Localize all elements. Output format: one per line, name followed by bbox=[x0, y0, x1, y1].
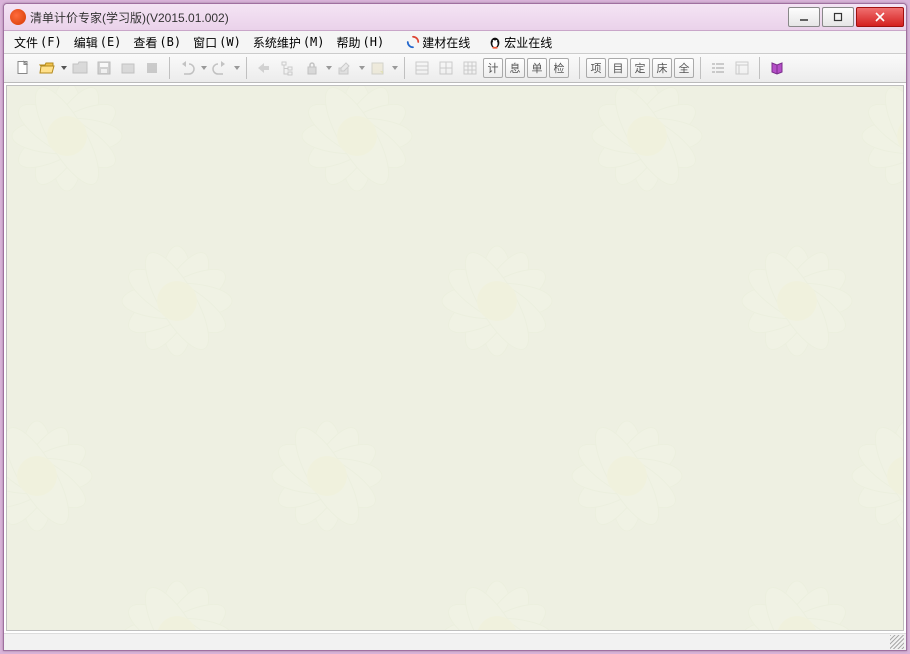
open-button[interactable] bbox=[36, 57, 58, 79]
cjk-ji[interactable]: 计 bbox=[483, 58, 503, 78]
resize-grip[interactable] bbox=[890, 635, 904, 649]
undo-button[interactable] bbox=[176, 57, 198, 79]
folder-button[interactable] bbox=[69, 57, 91, 79]
edit-layer-dropdown[interactable] bbox=[358, 65, 365, 71]
cjk-xiang[interactable]: 项 bbox=[586, 58, 606, 78]
menu-window[interactable]: 窗口(W) bbox=[187, 32, 247, 53]
menu-maintenance[interactable]: 系统维护(M) bbox=[247, 32, 331, 53]
grid1-button[interactable] bbox=[411, 57, 433, 79]
toolbar: 计 息 单 检 项 目 定 床 全 bbox=[4, 54, 906, 83]
penguin-icon bbox=[488, 35, 502, 49]
menu-view[interactable]: 查看(B) bbox=[127, 32, 187, 53]
edit-layer-button[interactable] bbox=[334, 57, 356, 79]
lock-button[interactable] bbox=[301, 57, 323, 79]
open-dropdown[interactable] bbox=[60, 65, 67, 71]
app-window: 清单计价专家(学习版)(V2015.01.002) 文件(F) 编辑(E) 查看… bbox=[3, 3, 907, 651]
detail-view-button[interactable] bbox=[731, 57, 753, 79]
help-book-button[interactable] bbox=[766, 57, 788, 79]
window-title: 清单计价专家(学习版)(V2015.01.002) bbox=[30, 9, 788, 26]
redo-button[interactable] bbox=[209, 57, 231, 79]
new-button[interactable] bbox=[12, 57, 34, 79]
window-controls bbox=[788, 7, 904, 27]
menu-help[interactable]: 帮助(H) bbox=[331, 32, 391, 53]
cjk-quan[interactable]: 全 bbox=[674, 58, 694, 78]
note-button[interactable] bbox=[367, 57, 389, 79]
list-view-button[interactable] bbox=[707, 57, 729, 79]
cjk-jian[interactable]: 检 bbox=[549, 58, 569, 78]
undo-dropdown[interactable] bbox=[200, 65, 207, 71]
app-icon bbox=[10, 9, 26, 25]
folder2-button[interactable] bbox=[117, 57, 139, 79]
note-dropdown[interactable] bbox=[391, 65, 398, 71]
menu-file[interactable]: 文件(F) bbox=[8, 32, 68, 53]
close-button[interactable] bbox=[856, 7, 904, 27]
cjk-chuang[interactable]: 床 bbox=[652, 58, 672, 78]
cjk-xi[interactable]: 息 bbox=[505, 58, 525, 78]
grid2-button[interactable] bbox=[435, 57, 457, 79]
titlebar: 清单计价专家(学习版)(V2015.01.002) bbox=[4, 4, 906, 31]
cjk-dan[interactable]: 单 bbox=[527, 58, 547, 78]
content-area bbox=[6, 85, 904, 631]
menu-edit[interactable]: 编辑(E) bbox=[68, 32, 128, 53]
save-button[interactable] bbox=[93, 57, 115, 79]
link-hongye[interactable]: 宏业在线 bbox=[482, 32, 558, 53]
grid3-button[interactable] bbox=[459, 57, 481, 79]
maximize-button[interactable] bbox=[822, 7, 854, 27]
swirl-icon bbox=[406, 35, 420, 49]
tree-button[interactable] bbox=[277, 57, 299, 79]
statusbar bbox=[4, 633, 906, 650]
background-pattern bbox=[7, 86, 903, 630]
menubar: 文件(F) 编辑(E) 查看(B) 窗口(W) 系统维护(M) 帮助(H) 建材… bbox=[4, 31, 906, 54]
cjk-ding[interactable]: 定 bbox=[630, 58, 650, 78]
back-arrow-button[interactable] bbox=[253, 57, 275, 79]
redo-dropdown[interactable] bbox=[233, 65, 240, 71]
minimize-button[interactable] bbox=[788, 7, 820, 27]
stop-button[interactable] bbox=[141, 57, 163, 79]
link-jiancai[interactable]: 建材在线 bbox=[400, 32, 476, 53]
lock-dropdown[interactable] bbox=[325, 65, 332, 71]
cjk-mu[interactable]: 目 bbox=[608, 58, 628, 78]
